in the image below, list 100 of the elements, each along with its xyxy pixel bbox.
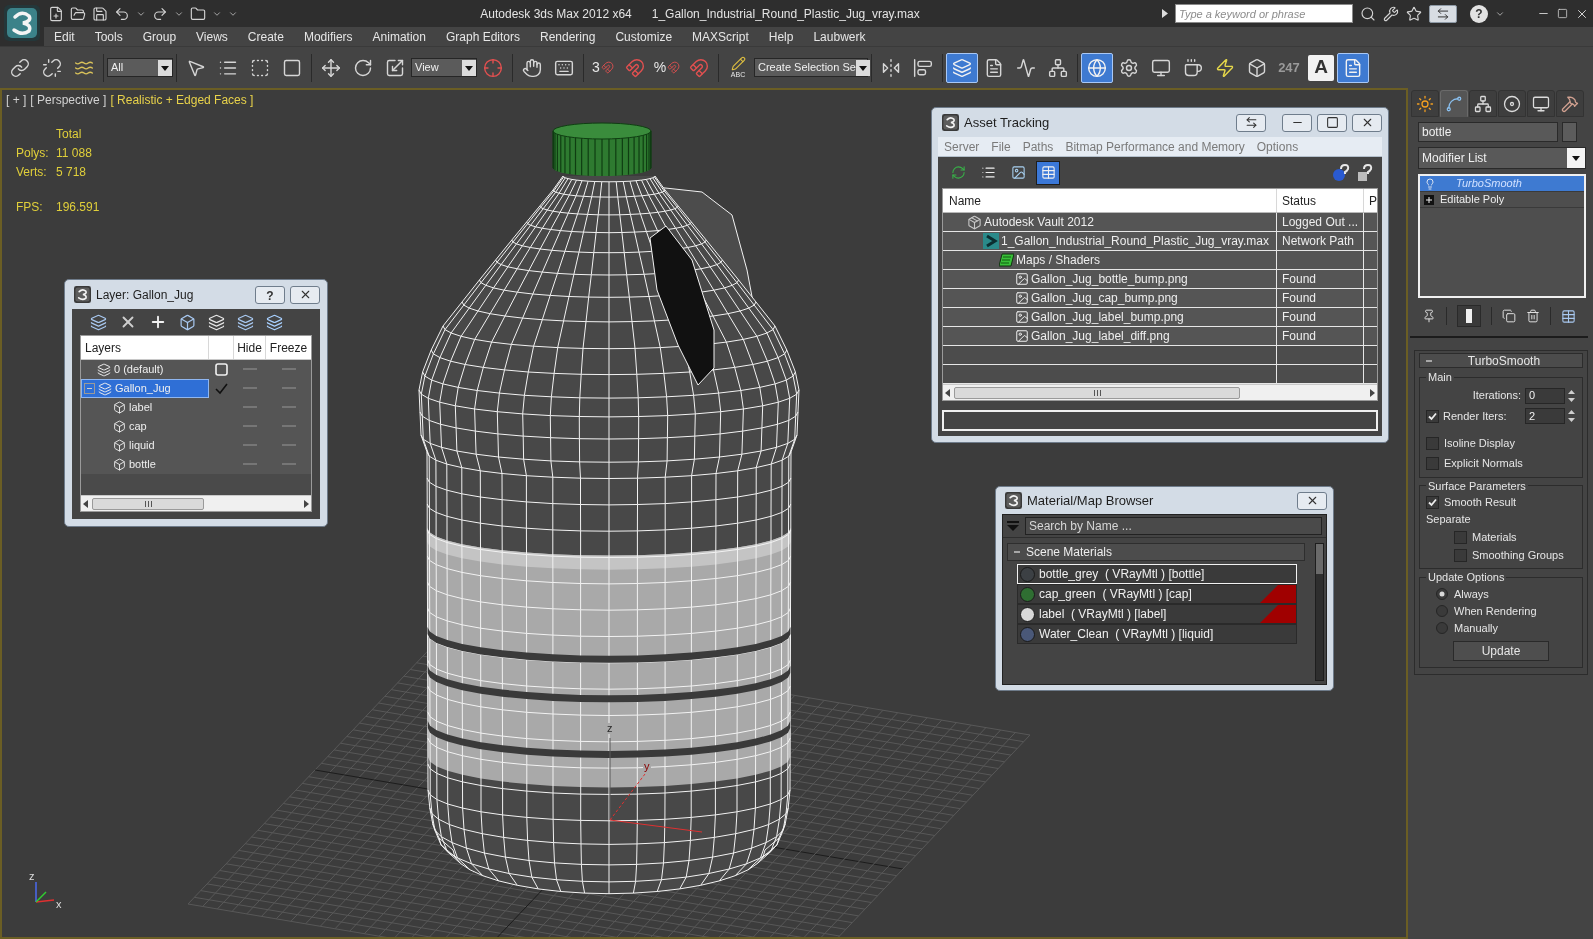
help-button[interactable]: ? xyxy=(255,285,285,304)
menu-item[interactable]: Views xyxy=(186,27,238,46)
column-header[interactable]: Status xyxy=(1277,189,1364,212)
swap-button[interactable] xyxy=(1429,4,1457,23)
show-end-result-button[interactable] xyxy=(1457,305,1481,327)
spinner-arrows-icon[interactable] xyxy=(1567,387,1576,404)
status-field[interactable] xyxy=(942,410,1378,431)
scroll-left-icon[interactable] xyxy=(945,388,950,397)
table-row[interactable]: 1_Gallon_Industrial_Round_Plastic_Jug_vray.max Network Path xyxy=(943,232,1377,251)
search-field[interactable]: Type a keyword or phrase xyxy=(1175,4,1353,23)
view-mode-button[interactable] xyxy=(1036,160,1060,185)
layer-item[interactable]: Gallon_Jug xyxy=(81,379,209,398)
folder-icon[interactable] xyxy=(190,5,206,22)
menu-item[interactable]: Animation xyxy=(362,27,436,46)
maximize-icon[interactable] xyxy=(1557,8,1568,19)
document-button[interactable] xyxy=(1337,52,1369,83)
layer-row[interactable]: cap xyxy=(81,417,311,436)
panel-tab[interactable] xyxy=(1527,90,1555,117)
viewport[interactable] xyxy=(0,88,1408,939)
layer-row[interactable]: bottle xyxy=(81,455,311,474)
magnet-icon[interactable] xyxy=(689,57,709,78)
spinner-arrows-icon[interactable] xyxy=(1567,408,1576,424)
table-row[interactable]: Gallon_Jug_label_diff.png Found xyxy=(943,327,1377,346)
menu-item[interactable]: Create xyxy=(237,27,294,46)
hand-icon[interactable] xyxy=(522,57,542,78)
expand-arrow-icon[interactable] xyxy=(1162,9,1168,18)
swap-button[interactable] xyxy=(1236,113,1266,132)
viewport-label[interactable]: [ + ] xyxy=(6,91,27,109)
checkmark-icon[interactable] xyxy=(215,382,228,395)
mirror-icon[interactable] xyxy=(881,57,901,78)
scroll-right-icon[interactable] xyxy=(304,499,309,508)
move-icon[interactable] xyxy=(321,57,341,78)
cube-icon[interactable] xyxy=(1247,57,1267,78)
spinner-field[interactable]: 2 xyxy=(1525,408,1565,424)
cup-icon[interactable] xyxy=(1183,57,1203,78)
search-icon[interactable] xyxy=(1360,5,1376,22)
layers-icon[interactable] xyxy=(266,313,283,331)
menu-item[interactable]: Laubwerk xyxy=(803,27,876,46)
crosshair-icon[interactable] xyxy=(483,57,503,78)
menu-item[interactable]: Options xyxy=(1250,137,1305,156)
close-button[interactable] xyxy=(1352,113,1382,132)
maximize-button[interactable] xyxy=(1317,113,1347,132)
checkbox[interactable] xyxy=(1426,409,1439,423)
cube-icon[interactable] xyxy=(179,313,196,331)
horizontal-scrollbar[interactable] xyxy=(81,495,311,511)
lightbulb-icon[interactable] xyxy=(1424,177,1436,190)
menu-item[interactable]: Customize xyxy=(605,27,683,46)
scroll-left-icon[interactable] xyxy=(83,499,88,508)
layer-row[interactable]: Gallon_Jug xyxy=(81,379,311,398)
menu-item[interactable]: File xyxy=(985,137,1017,156)
table-row[interactable]: Gallon_Jug_label_bump.png Found xyxy=(943,308,1377,327)
radio-button[interactable] xyxy=(1436,622,1448,634)
globe-help-icon[interactable] xyxy=(1332,163,1350,182)
magnet-icon[interactable] xyxy=(625,57,645,78)
percent-snap-button[interactable]: % xyxy=(651,52,683,83)
monitor-icon[interactable] xyxy=(1151,57,1171,78)
update-button[interactable]: Update xyxy=(1453,640,1549,661)
copy-icon[interactable] xyxy=(1502,309,1516,323)
menu-item[interactable]: Server xyxy=(938,137,986,156)
wrench-icon[interactable] xyxy=(1383,5,1399,22)
viewport-label[interactable]: [ Perspective ] xyxy=(30,91,107,109)
star-icon[interactable] xyxy=(1406,5,1422,22)
scrollbar-thumb[interactable] xyxy=(954,386,1240,399)
radio-button[interactable] xyxy=(1436,588,1448,600)
collapse-icon[interactable] xyxy=(84,383,95,394)
link-icon[interactable] xyxy=(10,57,30,78)
stack-item[interactable]: Editable Poly xyxy=(1420,192,1584,208)
menu-item[interactable]: Paths xyxy=(1016,137,1060,156)
spinner-field[interactable]: 0 xyxy=(1525,387,1565,404)
panel-tab[interactable] xyxy=(1556,90,1584,117)
table-row[interactable]: Autodesk Vault 2012 Logged Out ... xyxy=(943,213,1377,232)
panel-tab[interactable] xyxy=(1498,90,1526,117)
settings-icon[interactable] xyxy=(1119,57,1139,78)
checkbox[interactable] xyxy=(1426,457,1439,470)
menu-item[interactable]: Help xyxy=(758,27,804,46)
table-row[interactable]: Gallon_Jug_bottle_bump.png Found xyxy=(943,270,1377,289)
selection-filter-dropdown[interactable]: All xyxy=(107,58,173,77)
checkbox[interactable] xyxy=(1454,530,1467,544)
layers-icon[interactable] xyxy=(90,313,107,331)
column-header[interactable]: Name xyxy=(943,189,1277,212)
folder-open-icon[interactable] xyxy=(70,5,86,22)
trash-icon[interactable] xyxy=(1526,309,1540,323)
radio-button[interactable] xyxy=(1436,605,1448,617)
horizontal-scrollbar[interactable] xyxy=(943,384,1377,400)
help-button[interactable]: ? xyxy=(1470,4,1488,23)
minimize-button[interactable] xyxy=(1282,113,1312,132)
viewport-label[interactable]: [ Realistic + Edged Faces ] xyxy=(110,91,254,109)
menu-item[interactable]: Rendering xyxy=(530,27,606,46)
column-header[interactable]: P xyxy=(1364,189,1377,212)
named-selection-dropdown[interactable]: Create Selection Se xyxy=(754,58,868,77)
column-header[interactable]: Freeze xyxy=(266,336,311,359)
align-icon[interactable] xyxy=(913,57,933,78)
menu-item[interactable]: Tools xyxy=(84,27,133,46)
scrollbar-thumb[interactable] xyxy=(1316,544,1323,574)
layer-row[interactable]: 0 (default) xyxy=(81,360,311,379)
checkbox[interactable] xyxy=(1426,496,1439,509)
coordinate-system-dropdown[interactable]: View xyxy=(411,58,477,77)
menu-item[interactable]: Edit xyxy=(44,27,85,46)
panel-tab[interactable] xyxy=(1411,90,1439,117)
rollout-header[interactable]: TurboSmooth xyxy=(1419,353,1583,368)
